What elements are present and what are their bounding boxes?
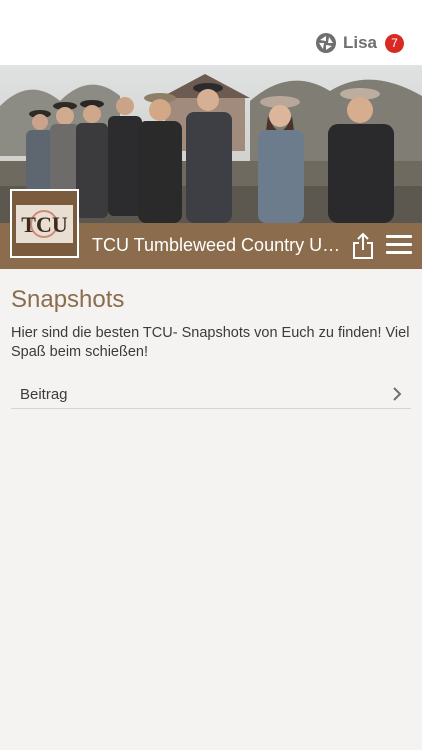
group-logo-text: TCU xyxy=(21,212,68,237)
share-button[interactable] xyxy=(349,231,377,261)
chevron-right-icon xyxy=(393,387,402,401)
list-item[interactable]: Beitrag xyxy=(11,382,411,409)
page-title: Snapshots xyxy=(11,286,125,313)
app-logo-icon xyxy=(315,33,336,53)
list-item-label: Beitrag xyxy=(20,386,68,403)
hamburger-menu-icon xyxy=(386,243,412,246)
hamburger-menu-button[interactable] xyxy=(386,235,412,257)
hamburger-menu-icon xyxy=(386,235,412,238)
user-name: Lisa xyxy=(342,33,377,52)
user-menu[interactable]: Lisa 7 xyxy=(315,32,404,54)
group-title[interactable]: TCU Tumbleweed Country Unicorns xyxy=(92,235,342,256)
share-icon xyxy=(353,232,373,259)
notification-badge[interactable]: 7 xyxy=(385,33,404,53)
top-bar: Lisa 7 xyxy=(0,0,422,66)
main-content: Snapshots Hier sind die besten TCU- Snap… xyxy=(11,286,411,362)
page-description: Hier sind die besten TCU- Snapshots von … xyxy=(11,325,410,360)
hamburger-menu-icon xyxy=(386,251,412,254)
group-logo: TCU xyxy=(10,189,79,258)
